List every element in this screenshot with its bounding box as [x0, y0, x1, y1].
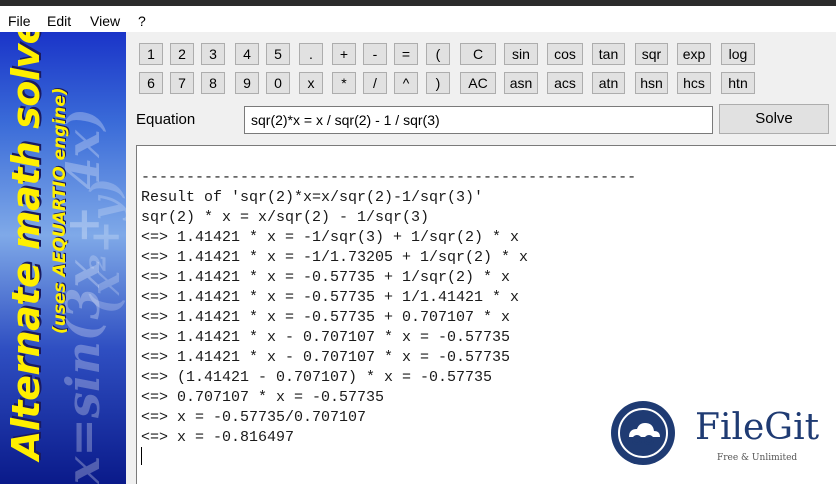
output-line: <=> x = -0.57735/0.707107: [141, 409, 367, 426]
keypad-button[interactable]: 9: [235, 72, 259, 94]
keypad-button[interactable]: (: [426, 43, 450, 65]
output-line: <=> 1.41421 * x = -1/1.73205 + 1/sqr(2) …: [141, 249, 529, 266]
output-line: <=> 1.41421 * x = -1/sqr(3) + 1/sqr(2) *…: [141, 229, 520, 246]
keypad-button[interactable]: 5: [266, 43, 290, 65]
output-line: sqr(2) * x = x/sqr(2) - 1/sqr(3): [141, 209, 430, 226]
keypad-button[interactable]: 7: [170, 72, 194, 94]
banner-background-formula-2: (x²+y): [82, 178, 126, 314]
keypad-button[interactable]: atn: [592, 72, 625, 94]
output-line: <=> x = -0.816497: [141, 429, 295, 446]
keypad-button[interactable]: AC: [460, 72, 496, 94]
banner-subtitle: (uses AEQUARTIO engine): [50, 87, 70, 334]
output-line: <=> 1.41421 * x - 0.707107 * x = -0.5773…: [141, 349, 511, 366]
keypad-button[interactable]: sin: [504, 43, 538, 65]
keypad-button[interactable]: /: [363, 72, 387, 94]
keypad-button[interactable]: sqr: [635, 43, 668, 65]
menu-bar: File Edit View ?: [0, 6, 836, 32]
keypad-button[interactable]: exp: [677, 43, 711, 65]
side-banner: x=sin(3x + 4x) (x²+y) Alternate math sol…: [0, 32, 126, 484]
equation-label: Equation: [136, 111, 196, 128]
keypad-button[interactable]: ): [426, 72, 450, 94]
menu-file[interactable]: File: [8, 13, 31, 29]
keypad-button[interactable]: cos: [547, 43, 583, 65]
keypad-button[interactable]: hsn: [635, 72, 668, 94]
output-line: <=> 1.41421 * x = -0.57735 + 0.707107 * …: [141, 309, 511, 326]
output-line: <=> 1.41421 * x = -0.57735 + 1/sqr(2) * …: [141, 269, 511, 286]
equation-input[interactable]: [244, 106, 713, 134]
keypad-button[interactable]: =: [394, 43, 418, 65]
menu-view[interactable]: View: [90, 13, 120, 29]
keypad-button[interactable]: log: [721, 43, 755, 65]
watermark-name: FileGit: [695, 407, 820, 448]
output-line: <=> (1.41421 - 0.707107) * x = -0.57735: [141, 369, 493, 386]
keypad-button[interactable]: *: [332, 72, 356, 94]
keypad-button[interactable]: 3: [201, 43, 225, 65]
keypad-button[interactable]: +: [332, 43, 356, 65]
watermark-tagline: Free & Unlimited: [717, 453, 798, 463]
banner-title: Alternate math solver: [4, 32, 48, 460]
keypad-button[interactable]: 0: [266, 72, 290, 94]
keypad-button[interactable]: 4: [235, 43, 259, 65]
keypad-button[interactable]: ^: [394, 72, 418, 94]
output-line: <=> 0.707107 * x = -0.57735: [141, 389, 385, 406]
keypad-button[interactable]: 1: [139, 43, 163, 65]
keypad-button[interactable]: htn: [721, 72, 755, 94]
keypad-button[interactable]: x: [299, 72, 323, 94]
keypad-button[interactable]: 8: [201, 72, 225, 94]
output-line: <=> 1.41421 * x - 0.707107 * x = -0.5773…: [141, 329, 511, 346]
keypad-button[interactable]: tan: [592, 43, 625, 65]
solve-button[interactable]: Solve: [719, 104, 829, 134]
output-line: <=> 1.41421 * x = -0.57735 + 1/1.41421 *…: [141, 289, 520, 306]
text-caret: [141, 447, 142, 465]
keypad-button[interactable]: 2: [170, 43, 194, 65]
output-line: Result of 'sqr(2)*x=x/sqr(2)-1/sqr(3)': [141, 189, 484, 206]
menu-help[interactable]: ?: [138, 13, 146, 29]
output-area[interactable]: ----------------------------------------…: [136, 145, 836, 484]
keypad-button[interactable]: asn: [504, 72, 538, 94]
keypad-button[interactable]: -: [363, 43, 387, 65]
keypad-button[interactable]: hcs: [677, 72, 711, 94]
filegit-logo-icon: [611, 401, 675, 465]
keypad-button[interactable]: acs: [547, 72, 583, 94]
watermark: FileGit Free & Unlimited: [609, 397, 824, 473]
keypad-button[interactable]: .: [299, 43, 323, 65]
keypad-button[interactable]: 6: [139, 72, 163, 94]
menu-edit[interactable]: Edit: [47, 13, 71, 29]
keypad-button[interactable]: C: [460, 43, 496, 65]
banner-text-group: x=sin(3x + 4x) (x²+y) Alternate math sol…: [0, 32, 126, 484]
output-line: ----------------------------------------…: [141, 169, 637, 186]
